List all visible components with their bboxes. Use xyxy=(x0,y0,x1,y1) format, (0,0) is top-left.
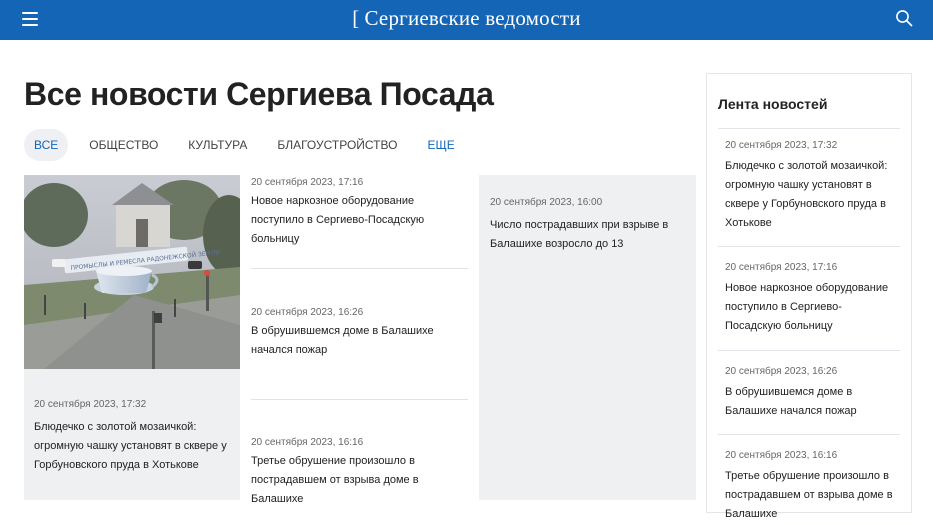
highlight-news-title[interactable]: Число пострадавших при взрыве в Балашихе… xyxy=(490,216,686,254)
news-title[interactable]: Новое наркозное оборудование поступило в… xyxy=(251,192,468,249)
logo-bracket: [ xyxy=(352,6,360,30)
news-title[interactable]: Третье обрушение произошло в пострадавше… xyxy=(725,467,895,524)
list-item[interactable]: 20 сентября 2023, 16:26 В обрушившемся д… xyxy=(251,307,468,360)
sidebar-title: Лента новостей xyxy=(718,96,828,112)
sidebar-news-item[interactable]: 20 сентября 2023, 16:26 В обрушившемся д… xyxy=(725,366,895,421)
news-title[interactable]: Третье обрушение произошло в пострадавше… xyxy=(251,452,468,509)
news-title[interactable]: Новое наркозное оборудование поступило в… xyxy=(725,279,895,336)
divider xyxy=(718,434,900,435)
sidebar-news-item[interactable]: 20 сентября 2023, 16:16 Третье обрушение… xyxy=(725,450,895,524)
tab-all[interactable]: ВСЕ xyxy=(24,129,69,161)
news-title[interactable]: В обрушившемся доме в Балашихе начался п… xyxy=(251,322,468,360)
page-title: Все новости Сергиева Посада xyxy=(24,76,494,112)
news-grid: ПРОМЫСЛЫ И РЕМЕСЛА РАДОНЕЖСКОЙ ЗЕМЛИ 20 … xyxy=(24,175,696,505)
highlight-news-card[interactable]: 20 сентября 2023, 16:00 Число пострадавш… xyxy=(479,175,696,500)
sidebar-news-item[interactable]: 20 сентября 2023, 17:32 Блюдечко с золот… xyxy=(725,140,895,233)
category-tabs: ВСЕ ОБЩЕСТВО КУЛЬТУРА БЛАГОУСТРОЙСТВО ЕЩ… xyxy=(24,129,475,161)
news-date: 20 сентября 2023, 17:16 xyxy=(725,262,838,273)
news-date: 20 сентября 2023, 16:16 xyxy=(251,437,364,448)
list-item[interactable]: 20 сентября 2023, 17:16 Новое наркозное … xyxy=(251,177,468,249)
divider xyxy=(718,128,900,129)
divider xyxy=(251,268,468,269)
highlight-news-date: 20 сентября 2023, 16:00 xyxy=(490,197,603,208)
search-icon[interactable] xyxy=(895,9,913,27)
featured-news-date: 20 сентября 2023, 17:32 xyxy=(34,399,147,410)
sidebar-news-item[interactable]: 20 сентября 2023, 17:16 Новое наркозное … xyxy=(725,262,895,336)
divider xyxy=(718,246,900,247)
news-title[interactable]: В обрушившемся доме в Балашихе начался п… xyxy=(725,383,895,421)
tab-culture[interactable]: КУЛЬТУРА xyxy=(178,129,257,161)
top-header-bar: [Сергиевские ведомости xyxy=(0,0,933,40)
divider xyxy=(718,350,900,351)
news-feed-sidebar: Лента новостей 20 сентября 2023, 17:32 Б… xyxy=(706,73,912,520)
featured-news-card[interactable]: ПРОМЫСЛЫ И РЕМЕСЛА РАДОНЕЖСКОЙ ЗЕМЛИ 20 … xyxy=(24,175,240,500)
news-title[interactable]: Блюдечко с золотой мозаичкой: огромную ч… xyxy=(725,157,895,233)
news-date: 20 сентября 2023, 17:16 xyxy=(251,177,364,188)
site-logo[interactable]: [Сергиевские ведомости xyxy=(0,6,933,31)
news-date: 20 сентября 2023, 16:26 xyxy=(251,307,364,318)
featured-news-title[interactable]: Блюдечко с золотой мозаичкой: огромную ч… xyxy=(34,418,230,475)
tab-improvement[interactable]: БЛАГОУСТРОЙСТВО xyxy=(267,129,407,161)
tab-more[interactable]: ЕЩЕ xyxy=(417,129,464,161)
featured-news-image[interactable]: ПРОМЫСЛЫ И РЕМЕСЛА РАДОНЕЖСКОЙ ЗЕМЛИ xyxy=(24,175,240,369)
divider xyxy=(251,399,468,400)
news-date: 20 сентября 2023, 16:16 xyxy=(725,450,838,461)
list-item[interactable]: 20 сентября 2023, 16:16 Третье обрушение… xyxy=(251,437,468,509)
tab-society[interactable]: ОБЩЕСТВО xyxy=(79,129,168,161)
logo-text: Сергиевские ведомости xyxy=(364,6,581,30)
news-date: 20 сентября 2023, 17:32 xyxy=(725,140,838,151)
news-date: 20 сентября 2023, 16:26 xyxy=(725,366,838,377)
